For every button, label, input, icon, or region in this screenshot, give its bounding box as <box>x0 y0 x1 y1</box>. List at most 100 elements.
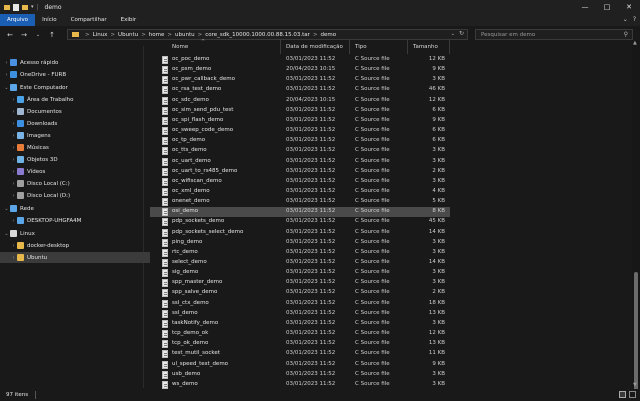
file-row[interactable]: select_demo 03/01/2023 11:52 C Source file… <box>150 258 450 268</box>
column-header-type[interactable]: Tipo <box>355 44 367 50</box>
address-dropdown-icon[interactable]: ⌄ <box>451 31 455 37</box>
sidebar-item-rede[interactable]: ⌄ Rede <box>0 203 150 214</box>
tab-compartilhar[interactable]: Compartilhar <box>64 14 114 26</box>
expand-chevron-icon[interactable]: › <box>10 181 17 187</box>
file-row[interactable]: ping_demo 03/01/2023 11:52 C Source file 3 … <box>150 238 450 248</box>
breadcrumb-ubuntu[interactable]: Ubuntu <box>118 32 138 38</box>
minimize-button[interactable]: — <box>574 0 596 14</box>
tab-exibir[interactable]: Exibir <box>114 14 144 26</box>
expand-chevron-icon[interactable]: › <box>10 157 17 163</box>
expand-chevron-icon[interactable]: › <box>3 60 10 66</box>
file-row[interactable]: onenet_demo 03/01/2023 11:52 C Source file… <box>150 197 450 207</box>
file-row[interactable]: rtc_demo 03/01/2023 11:52 C Source file 3 K… <box>150 248 450 258</box>
breadcrumb-demo[interactable]: demo <box>321 32 337 38</box>
file-row[interactable]: oc_psm_demo 20/04/2023 10:15 C Source file… <box>150 65 450 75</box>
file-row[interactable]: pdp_sockets_demo 03/01/2023 11:52 C Source… <box>150 217 450 227</box>
sidebar-item-disco-local-d[interactable]: › Disco Local (D:) <box>0 190 150 201</box>
expand-chevron-icon[interactable]: ⌄ <box>3 206 10 212</box>
file-row[interactable]: oc_sweep_code_demo 03/01/2023 11:52 C Sour… <box>150 126 450 136</box>
sidebar-item-disco-local-c[interactable]: › Disco Local (C:) <box>0 178 150 189</box>
expand-ribbon-icon[interactable]: ⌄ <box>623 16 628 23</box>
scroll-up-icon[interactable]: ▲ <box>633 40 637 46</box>
sidebar-item-onedrive-furb[interactable]: › OneDrive - FURB <box>0 69 150 80</box>
file-row[interactable]: spp_master_demo 03/01/2023 11:52 C Source … <box>150 278 450 288</box>
sidebar-item-m-sicas[interactable]: › Músicas <box>0 142 150 153</box>
expand-chevron-icon[interactable]: ⌄ <box>3 231 10 237</box>
search-icon[interactable]: ⚲ <box>624 31 628 38</box>
expand-chevron-icon[interactable]: › <box>3 72 10 78</box>
column-divider[interactable] <box>449 40 450 54</box>
page-icon[interactable] <box>13 3 19 11</box>
sidebar-item-documentos[interactable]: › Documentos <box>0 106 150 117</box>
forward-arrow-icon[interactable]: → <box>20 31 28 39</box>
maximize-button[interactable]: □ <box>596 0 618 14</box>
column-divider[interactable] <box>349 40 350 54</box>
file-row[interactable]: oc_sim_send_pdu_test 03/01/2023 11:52 C So… <box>150 106 450 116</box>
details-view-icon[interactable] <box>619 391 626 398</box>
file-row[interactable]: ul_speed_test_demo 03/01/2023 11:52 C Sour… <box>150 360 450 370</box>
file-row[interactable]: ssl_ctx_demo 03/01/2023 11:52 C Source fil… <box>150 299 450 309</box>
tab-inicio[interactable]: Início <box>35 14 64 26</box>
sidebar-item-downloads[interactable]: › Downloads <box>0 118 150 129</box>
large-icons-view-icon[interactable] <box>629 391 636 398</box>
file-row[interactable]: osi_demo 03/01/2023 11:52 C Source file 8 K… <box>150 207 450 218</box>
sidebar-item-v-deos[interactable]: › Vídeos <box>0 166 150 177</box>
address-bar[interactable]: > Linux > Ubuntu > home > ubuntu > core_… <box>67 29 468 40</box>
column-divider[interactable] <box>280 40 281 54</box>
back-arrow-icon[interactable]: ← <box>6 31 14 39</box>
breadcrumb-linux[interactable]: Linux <box>93 32 108 38</box>
sidebar-item-rea-de-trabalho[interactable]: › Área de Trabalho <box>0 94 150 105</box>
file-row[interactable]: oc_rsa_test_demo 03/01/2023 11:52 C Source… <box>150 85 450 95</box>
file-list-scrollbar[interactable]: ▲ ▼ <box>632 40 640 401</box>
sidebar-item-este-computador[interactable]: ⌄ Este Computador <box>0 82 150 93</box>
expand-chevron-icon[interactable]: › <box>10 145 17 151</box>
file-row[interactable]: oc_wifiscan_demo 03/01/2023 11:52 C Source… <box>150 177 450 187</box>
help-icon[interactable]: ? <box>633 16 636 23</box>
file-row[interactable]: oc_uart_demo 03/01/2023 11:52 C Source fil… <box>150 157 450 167</box>
file-row[interactable]: oc_pwr_callback_demo 03/01/2023 11:52 C So… <box>150 75 450 85</box>
sidebar-item-linux[interactable]: ⌄ Linux <box>0 228 150 239</box>
file-row[interactable]: sig_demo 03/01/2023 11:52 C Source file 3 K… <box>150 268 450 278</box>
file-row[interactable]: tcp_ok_demo 03/01/2023 11:52 C Source file… <box>150 339 450 349</box>
expand-chevron-icon[interactable]: › <box>10 169 17 175</box>
sidebar-item-docker-desktop[interactable]: › docker-desktop <box>0 240 150 251</box>
expand-chevron-icon[interactable]: › <box>10 109 17 115</box>
refresh-icon[interactable]: ↻ <box>459 30 464 37</box>
breadcrumb-home[interactable]: home <box>149 32 165 38</box>
expand-chevron-icon[interactable]: › <box>10 218 17 224</box>
file-row[interactable]: ssl_demo 03/01/2023 11:52 C Source file 13 … <box>150 309 450 319</box>
file-row[interactable]: oc_uart_to_rs485_demo 03/01/2023 11:52 C S… <box>150 167 450 177</box>
recent-locations-icon[interactable]: ⌄ <box>34 32 42 38</box>
file-row[interactable]: usb_demo 03/01/2023 11:52 C Source file 3 K… <box>150 370 450 380</box>
tab-arquivo[interactable]: Arquivo <box>0 14 36 26</box>
scroll-down-icon[interactable]: ▼ <box>633 382 637 388</box>
file-row[interactable]: tcp_demo_ok 03/01/2023 11:52 C Source file… <box>150 329 450 339</box>
sidebar-item-ubuntu[interactable]: › Ubuntu <box>0 252 150 263</box>
file-row[interactable]: taskNotify_demo 03/01/2023 11:52 C Source … <box>150 319 450 329</box>
column-header-size[interactable]: Tamanho <box>413 44 438 50</box>
sidebar-item-acesso-r-pido[interactable]: › Acesso rápido <box>0 57 150 68</box>
folder-small-icon[interactable] <box>22 4 28 10</box>
file-row[interactable]: spp_salve_demo 03/01/2023 11:52 C Source f… <box>150 288 450 298</box>
column-header-name[interactable]: Nome <box>172 44 188 50</box>
customize-toolbar-icon[interactable]: ▾ <box>31 4 34 10</box>
file-row[interactable]: pdp_sockets_select_demo 03/01/2023 11:52 C… <box>150 228 450 238</box>
column-header-date[interactable]: Data de modificação <box>286 44 343 50</box>
expand-chevron-icon[interactable]: › <box>10 255 17 261</box>
expand-chevron-icon[interactable]: › <box>10 243 17 249</box>
expand-chevron-icon[interactable]: › <box>10 193 17 199</box>
file-row[interactable]: oc_poc_demo 03/01/2023 11:52 C Source file… <box>150 55 450 65</box>
expand-chevron-icon[interactable]: ⌄ <box>3 85 10 91</box>
file-row[interactable]: oc_xml_demo 03/01/2023 11:52 C Source file… <box>150 187 450 197</box>
column-divider[interactable] <box>407 40 408 54</box>
file-row[interactable]: oc_tp_demo 03/01/2023 11:52 C Source file 6… <box>150 136 450 146</box>
file-row[interactable]: oc_sdc_demo 20/04/2023 10:15 C Source file… <box>150 96 450 106</box>
sidebar-item-objetos-3d[interactable]: › Objetos 3D <box>0 154 150 165</box>
search-box[interactable]: Pesquisar em demo ⚲ <box>475 29 633 40</box>
sidebar-item-imagens[interactable]: › Imagens <box>0 130 150 141</box>
close-button[interactable]: ✕ <box>618 0 640 14</box>
file-row[interactable]: oc_tts_demo 03/01/2023 11:52 C Source file… <box>150 146 450 156</box>
breadcrumb-ubuntu-user[interactable]: ubuntu <box>175 32 195 38</box>
expand-chevron-icon[interactable]: › <box>10 121 17 127</box>
file-row[interactable]: test_mutil_socket 03/01/2023 11:52 C Sourc… <box>150 349 450 359</box>
